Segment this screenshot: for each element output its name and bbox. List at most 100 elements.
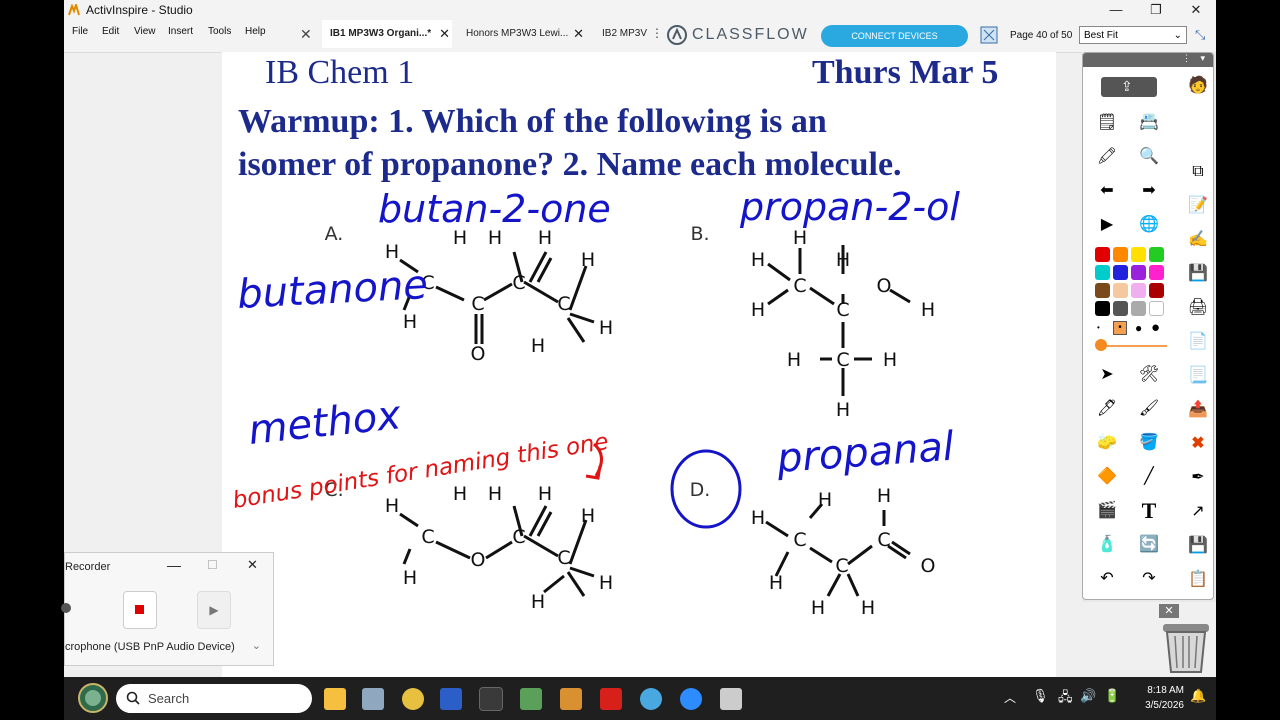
color-swatch-red[interactable] bbox=[1095, 247, 1110, 262]
record-button[interactable] bbox=[123, 591, 157, 629]
menu-help[interactable]: Help bbox=[245, 26, 266, 37]
connect-devices-button[interactable]: CONNECT DEVICES bbox=[821, 25, 968, 47]
previous-page-icon[interactable]: ⬅ bbox=[1095, 179, 1119, 203]
desktop-annotate-icon[interactable]: 🌐 bbox=[1137, 213, 1161, 237]
annotate-icon[interactable]: ✍ bbox=[1186, 228, 1210, 252]
play-button[interactable]: ▶ bbox=[197, 591, 231, 629]
close-trash-icon[interactable]: ✕ bbox=[1159, 604, 1179, 618]
flipchart-canvas[interactable]: IB Chem 1 Thurs Mar 5 Warmup: 1. Which o… bbox=[222, 52, 1056, 677]
zoom-select[interactable]: Best Fit ⌄ bbox=[1079, 26, 1187, 44]
color-swatch-darkgray[interactable] bbox=[1113, 301, 1128, 316]
media-icon[interactable]: 🎬 bbox=[1095, 499, 1119, 523]
fill-icon[interactable]: 🪣 bbox=[1137, 431, 1161, 455]
recorder-close-icon[interactable]: ✕ bbox=[247, 557, 258, 573]
export-icon[interactable]: ↗ bbox=[1186, 500, 1210, 524]
share-button[interactable]: ⇪ bbox=[1101, 77, 1157, 97]
snip-tool-icon[interactable] bbox=[520, 688, 542, 710]
color-swatch-white[interactable] bbox=[1149, 301, 1164, 316]
color-swatch-lilac[interactable] bbox=[1131, 283, 1146, 298]
tab-close-icon[interactable]: ✕ bbox=[439, 20, 450, 48]
chrome-profile-icon[interactable] bbox=[640, 688, 662, 710]
magic-ink-icon[interactable]: ✒ bbox=[1186, 466, 1210, 490]
battery-icon[interactable]: 🔋 bbox=[1104, 688, 1120, 704]
close-document-icon[interactable]: ✕ bbox=[300, 26, 312, 43]
eraser-icon[interactable]: 🧽 bbox=[1095, 431, 1119, 455]
redo-icon[interactable]: ↷ bbox=[1137, 567, 1161, 591]
save-as-icon[interactable]: 💾 bbox=[1186, 534, 1210, 558]
minimize-button[interactable]: — bbox=[1096, 0, 1136, 20]
clock-date[interactable]: 3/5/2026 bbox=[1130, 700, 1184, 711]
tab-ib1-mp3w3[interactable]: IB1 MP3W3 Organi...* ✕ bbox=[322, 20, 452, 48]
toolbox-header[interactable]: ⋮ ▾ bbox=[1083, 53, 1213, 67]
text-tool-icon[interactable]: T bbox=[1137, 499, 1161, 523]
notepad-icon[interactable] bbox=[362, 688, 384, 710]
tab-overflow-icon[interactable]: ⋮ bbox=[651, 26, 663, 40]
color-swatch-green[interactable] bbox=[1149, 247, 1164, 262]
main-menu-icon[interactable]: 🗒 bbox=[1095, 111, 1119, 135]
browser-icon[interactable]: 🔍 bbox=[1137, 145, 1161, 169]
tools-icon[interactable]: 🛠 bbox=[1137, 363, 1161, 387]
word-icon[interactable] bbox=[440, 688, 462, 710]
show-hidden-icons[interactable]: ︿ bbox=[1004, 689, 1016, 706]
notification-icon[interactable]: 🔔 bbox=[1190, 688, 1206, 704]
menu-view[interactable]: View bbox=[134, 26, 156, 37]
next-page-icon[interactable]: ➡ bbox=[1137, 179, 1161, 203]
paint-icon[interactable] bbox=[560, 688, 582, 710]
reset-page-icon[interactable]: 🔄 bbox=[1137, 533, 1161, 557]
fullscreen-icon[interactable]: ⤡ bbox=[1195, 27, 1205, 43]
microphone-icon[interactable]: 🎙 bbox=[1032, 688, 1049, 704]
color-swatch-brown[interactable] bbox=[1095, 283, 1110, 298]
file-explorer-icon[interactable] bbox=[324, 688, 346, 710]
upload-icon[interactable]: 📤 bbox=[1186, 398, 1210, 422]
document-edit-icon[interactable]: 📋 bbox=[1186, 568, 1210, 592]
color-swatch-purple[interactable] bbox=[1131, 265, 1146, 280]
zoom-icon[interactable] bbox=[680, 688, 702, 710]
network-icon[interactable]: 🖧 bbox=[1058, 688, 1073, 710]
color-swatch-yellow[interactable] bbox=[1131, 247, 1146, 262]
start-button-icon[interactable] bbox=[78, 683, 108, 713]
menu-file[interactable]: File bbox=[72, 26, 88, 37]
pen-width-large[interactable]: ● bbox=[1135, 321, 1142, 335]
page-browser-icon[interactable] bbox=[980, 26, 998, 44]
color-swatch-black[interactable] bbox=[1095, 301, 1110, 316]
pen-width-small[interactable]: • bbox=[1097, 323, 1100, 332]
color-swatch-peach[interactable] bbox=[1113, 283, 1128, 298]
color-swatch-pink[interactable] bbox=[1149, 265, 1164, 280]
blank-page-icon[interactable]: 📃 bbox=[1186, 364, 1210, 388]
connector-icon[interactable]: ╱ bbox=[1137, 465, 1161, 489]
menu-edit[interactable]: Edit bbox=[102, 26, 119, 37]
close-window-button[interactable]: ✕ bbox=[1176, 0, 1216, 20]
pen-width-xlarge[interactable]: ● bbox=[1151, 319, 1160, 336]
menu-insert[interactable]: Insert bbox=[168, 26, 193, 37]
pen-icon[interactable]: 🖊 bbox=[1095, 397, 1119, 421]
pen-width-slider[interactable] bbox=[1097, 345, 1167, 347]
activinspire-taskbar-icon[interactable] bbox=[479, 687, 503, 711]
recorder-minimize-icon[interactable]: — bbox=[167, 557, 181, 573]
shape-icon[interactable]: 🔶 bbox=[1095, 465, 1119, 489]
select-tool-icon[interactable]: ➤ bbox=[1095, 363, 1119, 387]
restore-button[interactable]: ❐ bbox=[1136, 0, 1176, 20]
color-swatch-cyan[interactable] bbox=[1095, 265, 1110, 280]
clock-time[interactable]: 8:18 AM bbox=[1134, 685, 1184, 696]
color-swatch-lightgray[interactable] bbox=[1131, 301, 1146, 316]
color-swatch-orange[interactable] bbox=[1113, 247, 1128, 262]
tab-ib2-mp3[interactable]: IB2 MP3V bbox=[596, 20, 652, 48]
color-swatch-darkred[interactable] bbox=[1149, 283, 1164, 298]
copy-page-icon[interactable]: 📄 bbox=[1186, 330, 1210, 354]
play-icon[interactable]: ▶ bbox=[1095, 213, 1119, 237]
color-swatch-blue[interactable] bbox=[1113, 265, 1128, 280]
pen-tool-icon[interactable]: 🖍 bbox=[1095, 145, 1119, 169]
chrome-icon[interactable] bbox=[402, 688, 424, 710]
tab-close-icon[interactable]: ✕ bbox=[573, 20, 584, 48]
acrobat-icon[interactable] bbox=[600, 688, 622, 710]
delete-icon[interactable]: ✖ bbox=[1186, 432, 1210, 456]
menu-tools[interactable]: Tools bbox=[208, 26, 231, 37]
volume-icon[interactable]: 🔊 bbox=[1080, 688, 1096, 704]
taskbar-search[interactable]: Search bbox=[116, 684, 312, 713]
undo-icon[interactable]: ↶ bbox=[1095, 567, 1119, 591]
tab-honors-mp3w3[interactable]: Honors MP3W3 Lewi... ✕ bbox=[458, 20, 588, 48]
microphone-select[interactable]: crophone (USB PnP Audio Device) ⌄ bbox=[65, 639, 261, 657]
highlighter-icon[interactable]: 🖌 bbox=[1137, 397, 1161, 421]
duplicate-page-icon[interactable]: ⧉ bbox=[1186, 160, 1210, 184]
pen-width-medium[interactable]: • bbox=[1113, 321, 1127, 335]
